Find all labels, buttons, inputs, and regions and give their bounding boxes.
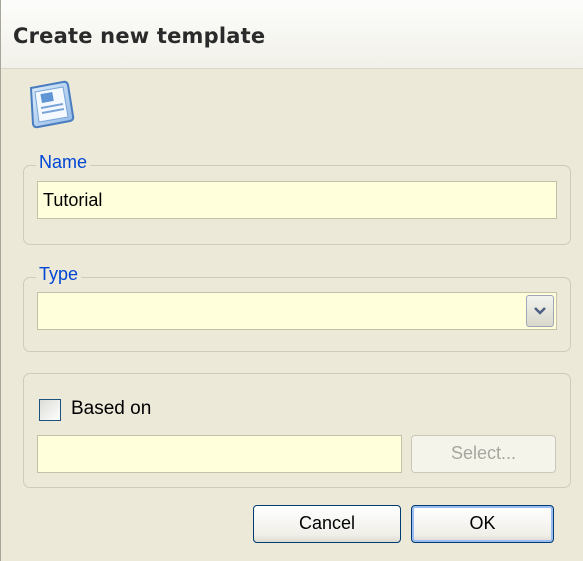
name-legend: Name [36,152,91,173]
based-on-label[interactable]: Based on [71,398,151,420]
dialog-title: Create new template [13,24,266,48]
dialog-titlebar: Create new template [1,0,583,69]
type-dropdown-button[interactable] [526,295,554,327]
dialog-bottom-edge [1,556,583,561]
type-select[interactable] [37,292,557,330]
based-on-input[interactable] [37,435,402,473]
ok-button[interactable]: OK [411,505,554,543]
template-icon [23,76,79,132]
chevron-down-icon [534,307,546,315]
create-template-dialog: Create new template Name Tutorial Type B… [0,0,583,561]
type-legend: Type [36,264,82,285]
cancel-button[interactable]: Cancel [253,505,401,543]
select-button[interactable]: Select... [411,435,556,473]
name-input[interactable]: Tutorial [37,181,557,219]
based-on-checkbox[interactable] [39,399,61,421]
